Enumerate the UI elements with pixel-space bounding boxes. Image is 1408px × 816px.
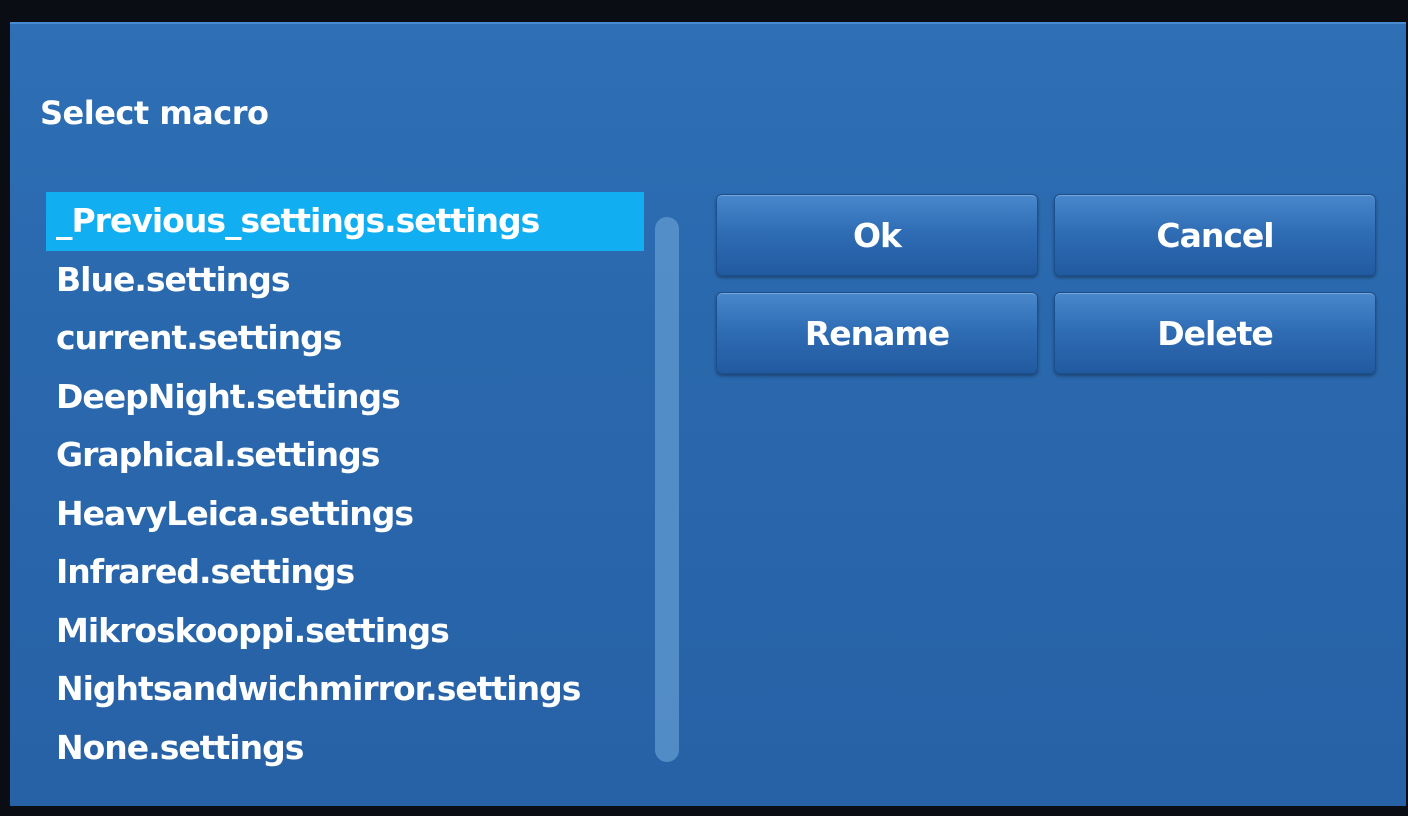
list-item[interactable]: current.settings [46,309,646,368]
rename-button[interactable]: Rename [716,292,1038,374]
cancel-button[interactable]: Cancel [1054,194,1376,276]
ok-button[interactable]: Ok [716,194,1038,276]
button-panel: Ok Cancel Rename Delete [716,194,1376,374]
list-item[interactable]: Infrared.settings [46,543,646,602]
list-scrollbar[interactable] [655,217,679,762]
list-item[interactable]: Graphical.settings [46,426,646,485]
list-item[interactable]: _Previous_settings.settings [46,192,644,251]
delete-button[interactable]: Delete [1054,292,1376,374]
macro-dialog: Select macro _Previous_settings.settings… [10,22,1406,806]
list-item[interactable]: HeavyLeica.settings [46,485,646,544]
list-item[interactable]: None.settings [46,719,646,778]
list-item[interactable]: Blue.settings [46,251,646,310]
macro-list[interactable]: _Previous_settings.settings Blue.setting… [46,192,646,777]
list-item[interactable]: DeepNight.settings [46,368,646,427]
dialog-title: Select macro [40,94,269,132]
list-item[interactable]: Nightsandwichmirror.settings [46,660,646,719]
list-item[interactable]: Mikroskooppi.settings [46,602,646,661]
